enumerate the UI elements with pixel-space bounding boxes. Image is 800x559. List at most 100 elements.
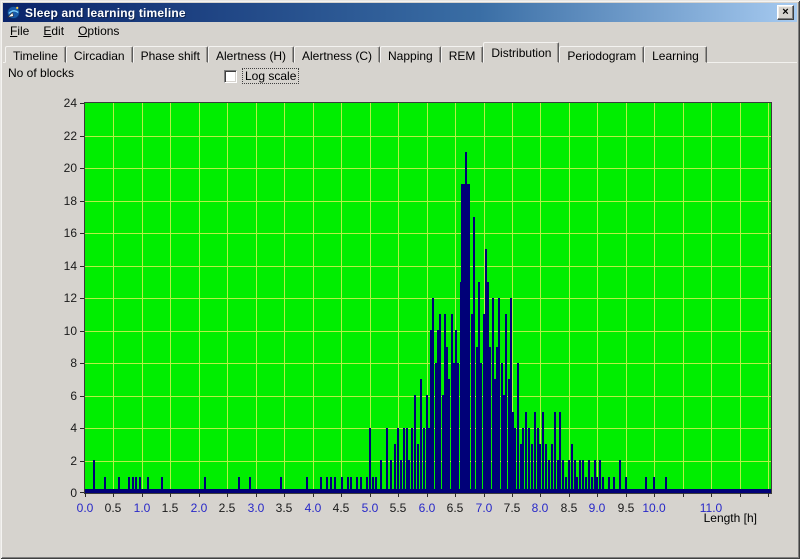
histogram-bar — [571, 444, 573, 493]
gridline-vertical — [113, 103, 114, 493]
histogram-bar — [411, 428, 413, 493]
gridline-vertical — [170, 103, 171, 493]
y-tick — [80, 168, 84, 169]
menu-item-options[interactable]: Options — [71, 22, 126, 40]
log-scale-label: Log scale — [242, 68, 299, 84]
y-axis-labels: 024681012141618202224 — [36, 103, 80, 493]
x-tick — [113, 493, 114, 497]
x-tick — [768, 493, 769, 497]
x-tick — [427, 493, 428, 497]
histogram-bar — [489, 347, 491, 493]
y-tick-label: 10 — [64, 324, 77, 338]
gridline-vertical — [569, 103, 570, 493]
log-scale-control: Log scale — [224, 68, 299, 84]
gridline-horizontal — [85, 266, 771, 267]
histogram-bar — [554, 412, 556, 493]
histogram-bar — [514, 428, 516, 493]
close-icon: × — [782, 6, 788, 18]
plot-area — [85, 103, 771, 493]
window-title: Sleep and learning timeline — [25, 6, 186, 20]
y-tick — [80, 396, 84, 397]
gridline-vertical — [683, 103, 684, 493]
histogram-bar — [559, 412, 561, 493]
histogram-bar — [531, 444, 533, 493]
y-tick-label: 0 — [70, 486, 77, 500]
y-axis-ticks — [80, 103, 85, 493]
x-tick — [170, 493, 171, 497]
histogram-bar — [423, 428, 425, 493]
histogram-bar — [448, 379, 450, 493]
histogram-bar — [505, 314, 507, 493]
tab-alertness-c[interactable]: Alertness (C) — [294, 46, 380, 63]
histogram-bar — [525, 412, 527, 493]
tab-bar: TimelineCircadianPhase shiftAlertness (H… — [3, 42, 797, 63]
tab-periodogram[interactable]: Periodogram — [559, 46, 644, 63]
menu-item-file[interactable]: File — [3, 22, 36, 40]
gridline-vertical — [284, 103, 285, 493]
tab-learning[interactable]: Learning — [644, 46, 707, 63]
app-window: Sleep and learning timeline × FileEditOp… — [0, 0, 800, 559]
gridline-vertical — [142, 103, 143, 493]
histogram-bar — [403, 428, 405, 493]
close-button[interactable]: × — [777, 5, 794, 20]
x-tick — [654, 493, 655, 497]
tab-rem[interactable]: REM — [441, 46, 484, 63]
x-tick — [711, 493, 712, 497]
histogram-bar — [420, 379, 422, 493]
x-tick — [341, 493, 342, 497]
y-tick — [80, 428, 84, 429]
gridline-vertical — [597, 103, 598, 493]
y-tick-label: 20 — [64, 161, 77, 175]
gridline-horizontal — [85, 396, 771, 397]
gridline-vertical — [654, 103, 655, 493]
gridline-vertical — [711, 103, 712, 493]
histogram-bar — [542, 412, 544, 493]
y-tick-label: 22 — [64, 129, 77, 143]
histogram-bar — [369, 428, 371, 493]
histogram-bar — [468, 184, 470, 493]
histogram-bar — [473, 217, 475, 493]
x-tick — [142, 493, 143, 497]
histogram-bar — [522, 428, 524, 493]
y-tick — [80, 266, 84, 267]
gridline-horizontal — [85, 136, 771, 137]
y-tick-label: 14 — [64, 259, 77, 273]
histogram-bar — [528, 428, 530, 493]
title-bar[interactable]: Sleep and learning timeline × — [3, 3, 797, 22]
tab-phase-shift[interactable]: Phase shift — [133, 46, 208, 63]
tab-circadian[interactable]: Circadian — [66, 46, 133, 63]
tab-napping[interactable]: Napping — [380, 46, 441, 63]
gridline-horizontal — [85, 168, 771, 169]
histogram-bar — [498, 298, 500, 493]
x-tick — [256, 493, 257, 497]
x-tick — [740, 493, 741, 497]
log-scale-checkbox[interactable] — [224, 70, 237, 83]
histogram-bar — [432, 298, 434, 493]
histogram-bar — [397, 428, 399, 493]
histogram-bar — [480, 363, 482, 493]
x-tick — [199, 493, 200, 497]
x-tick — [313, 493, 314, 497]
gridline-vertical — [199, 103, 200, 493]
x-tick — [512, 493, 513, 497]
y-tick-label: 12 — [64, 291, 77, 305]
gridline-horizontal — [85, 201, 771, 202]
app-icon — [6, 5, 21, 20]
y-tick — [80, 201, 84, 202]
tab-timeline[interactable]: Timeline — [5, 46, 66, 63]
x-tick — [398, 493, 399, 497]
tab-alertness-h[interactable]: Alertness (H) — [208, 46, 294, 63]
gridline-horizontal — [85, 363, 771, 364]
y-tick-label: 16 — [64, 226, 77, 240]
menu-item-edit[interactable]: Edit — [36, 22, 71, 40]
gridline-horizontal — [85, 233, 771, 234]
gridline-vertical — [740, 103, 741, 493]
y-tick — [80, 492, 84, 493]
histogram-bar — [386, 428, 388, 493]
tab-distribution[interactable]: Distribution — [483, 42, 559, 63]
y-tick — [80, 233, 84, 234]
x-tick — [85, 493, 86, 497]
menu-bar: FileEditOptions — [3, 22, 797, 40]
histogram-bar — [457, 363, 459, 493]
y-tick-label: 8 — [70, 356, 77, 370]
